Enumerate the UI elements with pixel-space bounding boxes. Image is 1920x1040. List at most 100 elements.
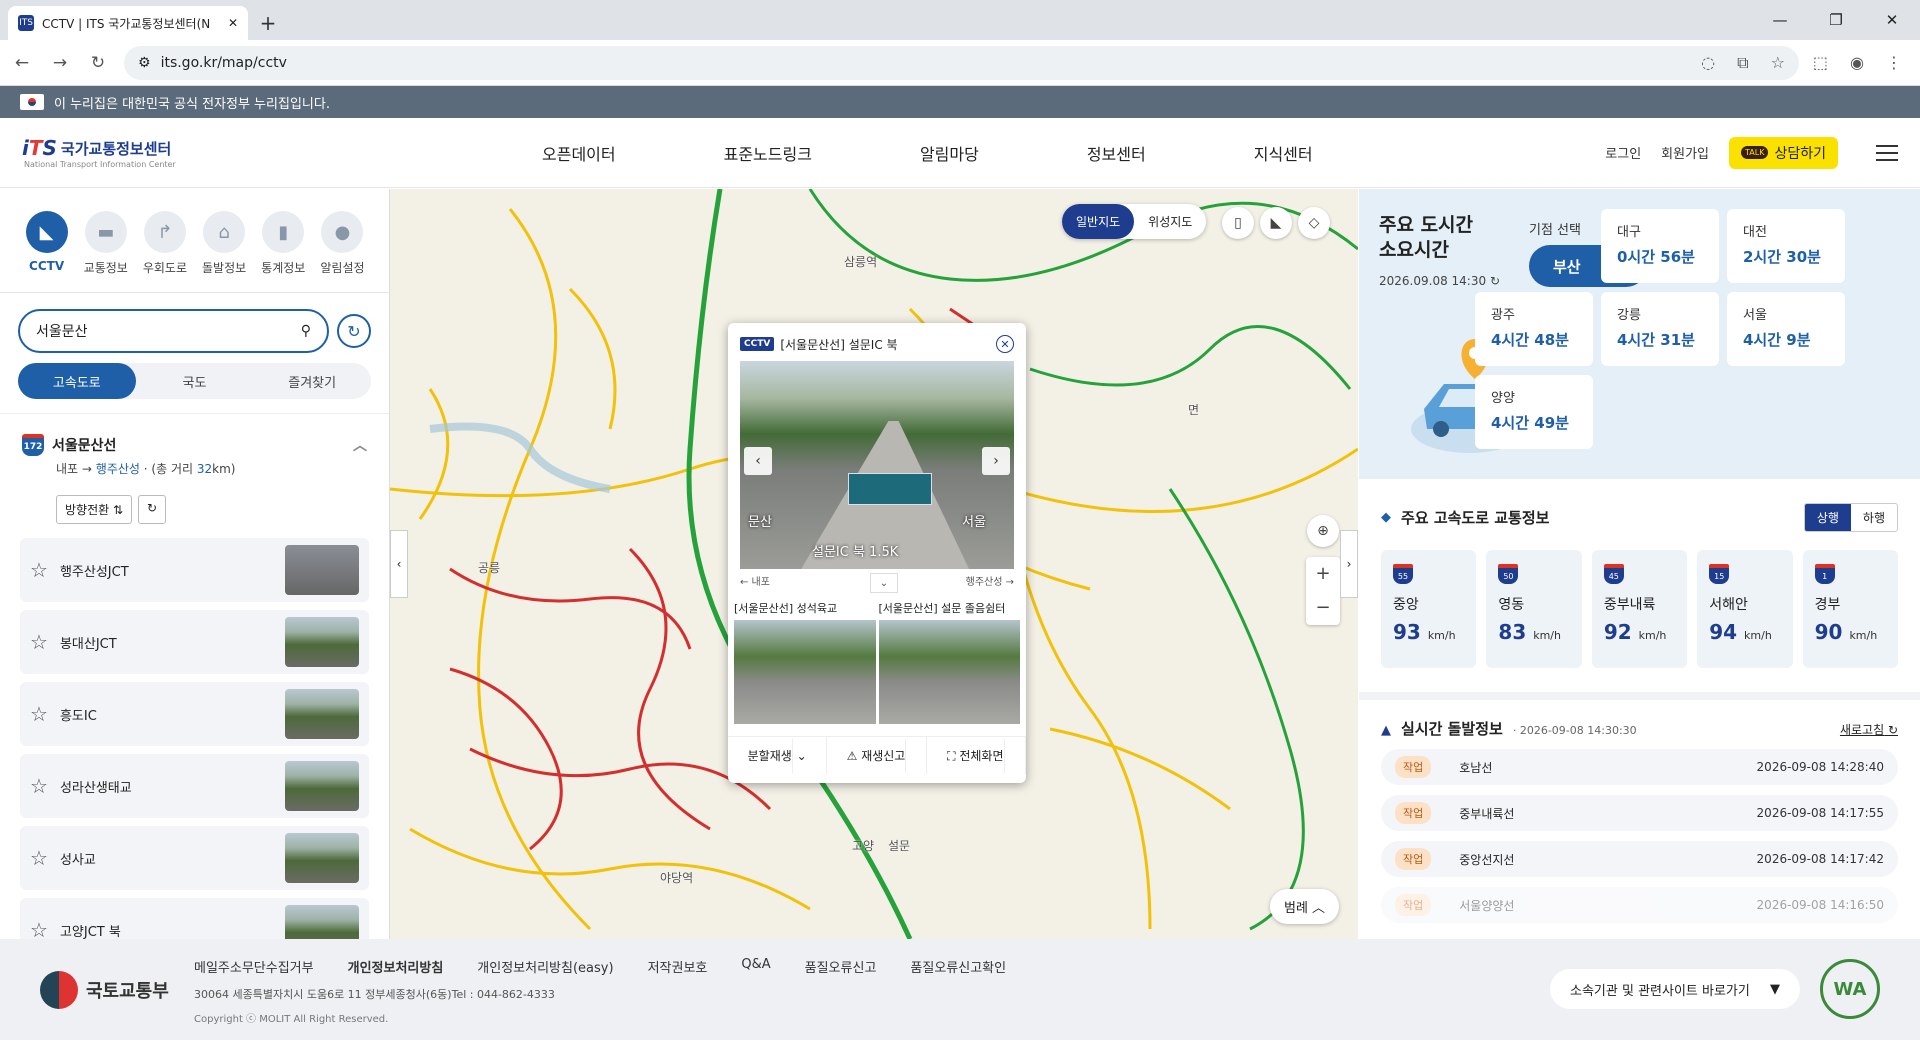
eye-off-icon[interactable]: ◌ xyxy=(1701,53,1715,73)
tab-expressway[interactable]: 고속도로 xyxy=(18,363,136,399)
my-location-icon[interactable]: ⊕ xyxy=(1307,515,1339,547)
city-card: 광주 4시간 48분 xyxy=(1475,292,1593,366)
category-incident[interactable]: ⌂ 돌발정보 xyxy=(202,211,247,276)
map-satellite-button[interactable]: 위성지도 xyxy=(1134,204,1206,239)
route-header[interactable]: 172 서울문산선 ︿ 내포 → 행주산성 · (총 거리 32km) xyxy=(0,413,389,485)
back-icon[interactable]: ← xyxy=(10,53,34,73)
footer-link-privacy[interactable]: 개인정보처리방침 xyxy=(348,957,444,976)
legend-button[interactable]: 범례 ︿ xyxy=(1270,889,1340,924)
highway-card[interactable]: 45 중부내륙 92 km/h xyxy=(1591,550,1688,668)
route-refresh-button[interactable]: ↻ xyxy=(138,495,167,524)
tab-national-road[interactable]: 국도 xyxy=(136,363,254,399)
reload-icon[interactable]: ↻ xyxy=(86,53,110,73)
incident-row[interactable]: 작업 중앙선지선 2026-09-08 14:17:42 xyxy=(1381,841,1898,877)
highway-card[interactable]: 50 영동 83 km/h xyxy=(1486,550,1582,668)
list-item[interactable]: ☆ 고양JCT 북 xyxy=(20,898,369,939)
restore-icon[interactable]: ❐ xyxy=(1808,0,1864,40)
map-normal-button[interactable]: 일반지도 xyxy=(1062,204,1135,239)
next-camera-button[interactable]: › xyxy=(982,447,1010,475)
incident-row[interactable]: 작업 서울양양선 2026-09-08 14:16:50 xyxy=(1381,887,1898,923)
upbound-button[interactable]: 상행 xyxy=(1804,504,1851,531)
install-icon[interactable]: ⧉ xyxy=(1737,53,1748,73)
downbound-button[interactable]: 하행 xyxy=(1851,504,1897,531)
layers-icon[interactable]: ◇ xyxy=(1298,207,1330,239)
category-traffic[interactable]: ▬ 교통정보 xyxy=(83,211,128,276)
site-logo[interactable]: iTS 국가교통정보센터 National Transport Informati… xyxy=(22,136,542,169)
footer-link[interactable]: Q&A xyxy=(741,957,770,976)
cctv-video[interactable]: 문산 서울 설문IC 북 1.5K ‹ › xyxy=(740,361,1014,569)
extensions-icon[interactable]: ⬚ xyxy=(1813,53,1828,72)
related-sites-select[interactable]: 소속기관 및 관련사이트 바로가기 ▼ xyxy=(1550,969,1800,1009)
footer-link[interactable]: 개인정보처리방침(easy) xyxy=(477,957,613,976)
footer-link[interactable]: 품질오류신고 xyxy=(805,957,877,976)
incident-row[interactable]: 작업 중부내륙선 2026-09-08 14:17:55 xyxy=(1381,795,1898,831)
login-link[interactable]: 로그인 xyxy=(1605,143,1641,162)
chevron-up-icon[interactable]: ︿ xyxy=(353,435,367,455)
direction-switch-button[interactable]: 방향전환 ⇅ xyxy=(56,495,133,524)
profile-icon[interactable]: ◉ xyxy=(1850,53,1864,72)
zoom-out-button[interactable]: − xyxy=(1306,591,1340,625)
nav-knowledge[interactable]: 지식센터 xyxy=(1254,141,1313,165)
search-input[interactable]: 서울문산 ⚲ xyxy=(18,309,329,353)
collapse-right-panel-button[interactable]: › xyxy=(1340,530,1358,598)
refresh-icon[interactable]: ↻ xyxy=(1490,274,1500,288)
category-detour[interactable]: ↱ 우회도로 xyxy=(142,211,187,276)
nav-node-link[interactable]: 표준노드링크 xyxy=(724,141,812,165)
road-type-tabs: 고속도로 국도 즐겨찾기 xyxy=(18,363,371,399)
search-icon[interactable]: ⚲ xyxy=(301,323,311,339)
hamburger-menu-icon[interactable] xyxy=(1876,144,1898,161)
prev-camera-button[interactable]: ‹ xyxy=(744,447,772,475)
favorite-star-icon[interactable]: ☆ xyxy=(30,630,48,654)
highway-speed: 83 xyxy=(1498,620,1527,644)
url-input[interactable]: ⚙ its.go.kr/map/cctv ◌ ⧉ ☆ xyxy=(124,45,1799,80)
category-stats[interactable]: ▮ 통계정보 xyxy=(261,211,306,276)
footer-link[interactable]: 메일주소무단수집거부 xyxy=(194,957,314,976)
category-cctv[interactable]: ◣ CCTV xyxy=(24,211,69,276)
close-icon[interactable]: ✕ xyxy=(996,335,1014,353)
tab-favorites[interactable]: 즐겨찾기 xyxy=(253,363,371,399)
split-play-button[interactable]: 분할재생 ⌄ xyxy=(728,737,828,774)
zoom-in-button[interactable]: + xyxy=(1306,557,1340,591)
fullscreen-button[interactable]: ⛶ 전체화면 xyxy=(927,737,1026,774)
close-tab-icon[interactable]: ✕ xyxy=(228,16,238,30)
refresh-button[interactable]: 새로고침 ↻ xyxy=(1840,721,1898,738)
nav-info-center[interactable]: 정보센터 xyxy=(1087,141,1146,165)
list-item[interactable]: ☆ 성라산생태교 xyxy=(20,754,369,818)
nav-open-data[interactable]: 오픈데이터 xyxy=(542,141,616,165)
highway-card[interactable]: 1 경부 90 km/h xyxy=(1802,550,1899,668)
site-info-icon[interactable]: ⚙ xyxy=(138,55,151,71)
list-item[interactable]: ☆ 성사교 xyxy=(20,826,369,890)
new-tab-button[interactable]: + xyxy=(254,9,282,37)
list-item[interactable]: ☆ 봉대산JCT xyxy=(20,610,369,674)
close-window-icon[interactable]: ✕ xyxy=(1864,0,1920,40)
consult-button[interactable]: TALK 상담하기 xyxy=(1729,136,1838,169)
nav-notice[interactable]: 알림마당 xyxy=(920,141,979,165)
browser-tab[interactable]: ITS CCTV | ITS 국가교통정보센터(N ✕ xyxy=(8,6,248,40)
reset-search-button[interactable]: ↻ xyxy=(337,314,371,348)
forward-icon[interactable]: → xyxy=(48,53,72,73)
favorite-star-icon[interactable]: ☆ xyxy=(30,702,48,726)
favorite-star-icon[interactable]: ☆ xyxy=(30,558,48,582)
list-item[interactable]: ☆ 흥도IC xyxy=(20,682,369,746)
sub-camera[interactable]: [서울문산선] 설문 졸음쉼터 xyxy=(878,600,1020,724)
highway-card[interactable]: 15 서해안 94 km/h xyxy=(1697,550,1793,668)
report-button[interactable]: ⚠ 재생신고 xyxy=(827,737,927,774)
chevron-down-icon[interactable]: ⌄ xyxy=(870,573,898,593)
footer-link[interactable]: 품질오류신고확인 xyxy=(910,957,1006,976)
more-menu-icon[interactable]: ⋮ xyxy=(1886,53,1902,72)
favorite-star-icon[interactable]: ☆ xyxy=(30,846,48,870)
minimize-icon[interactable]: — xyxy=(1752,0,1808,40)
collapse-left-panel-button[interactable]: ‹ xyxy=(390,530,408,598)
bookmark-star-icon[interactable]: ☆ xyxy=(1771,53,1785,73)
cctv-filter-icon[interactable]: ▯ xyxy=(1222,207,1254,239)
sub-camera[interactable]: [서울문산선] 성석육교 xyxy=(734,600,876,724)
list-item[interactable]: ☆ 행주산성JCT xyxy=(20,538,369,602)
incident-row[interactable]: 작업 호남선 2026-09-08 14:28:40 xyxy=(1381,749,1898,785)
cctv-camera-icon[interactable]: ◣ xyxy=(1260,207,1292,239)
favorite-star-icon[interactable]: ☆ xyxy=(30,918,48,939)
signup-link[interactable]: 회원가입 xyxy=(1661,143,1709,162)
highway-card[interactable]: 55 중앙 93 km/h xyxy=(1381,550,1477,668)
favorite-star-icon[interactable]: ☆ xyxy=(30,774,48,798)
footer-link[interactable]: 저작권보호 xyxy=(648,957,708,976)
category-alarm[interactable]: ● 알림설정 xyxy=(320,211,365,276)
